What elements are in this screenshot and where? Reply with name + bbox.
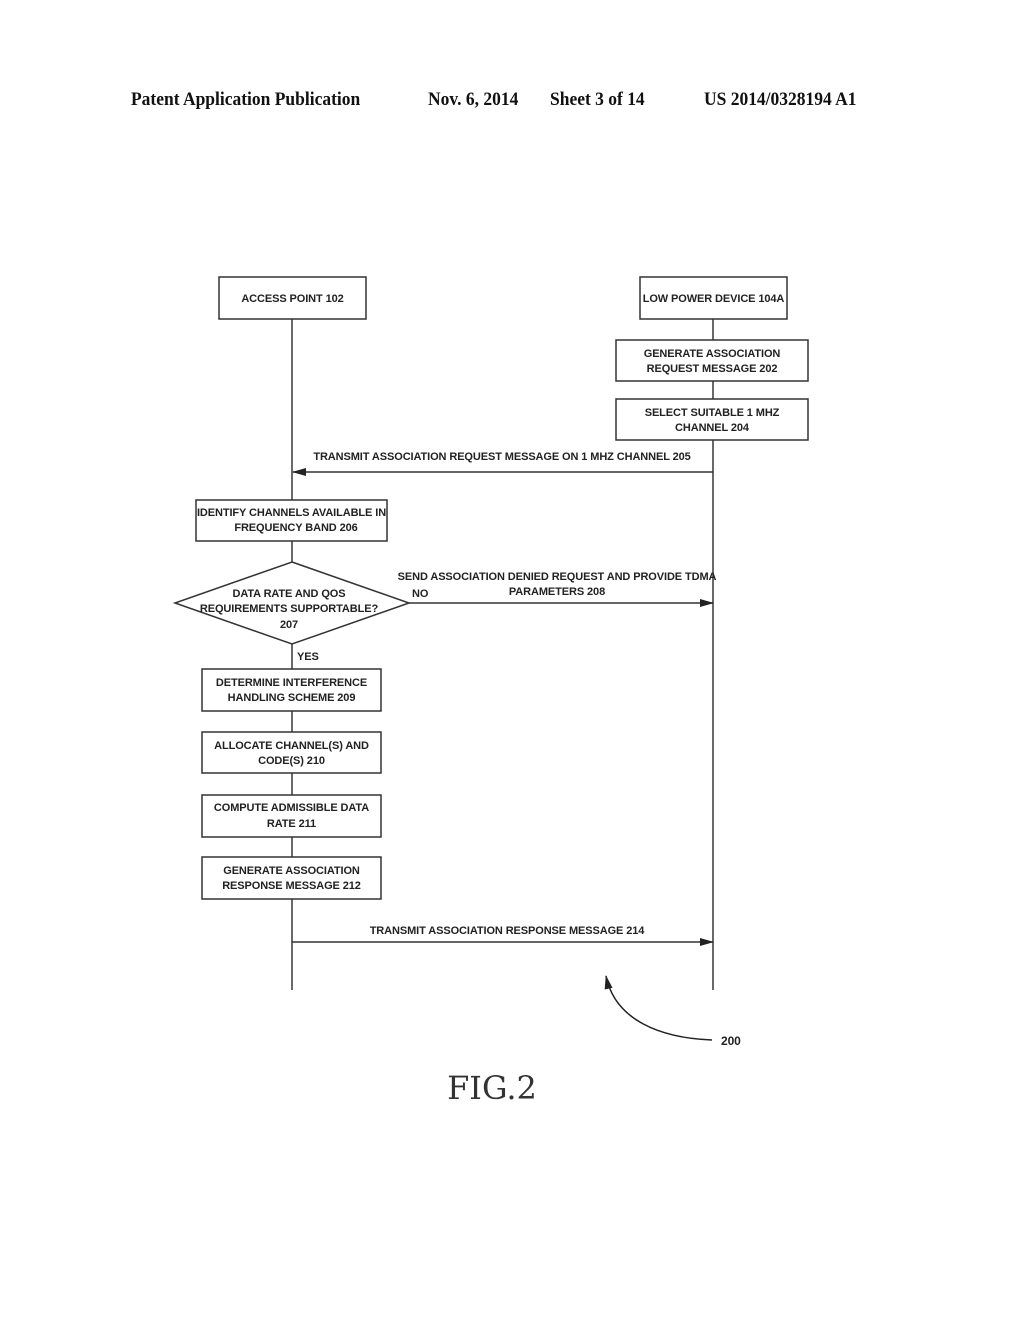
svg-text:FREQUENCY BAND 206: FREQUENCY BAND 206 — [234, 522, 357, 534]
svg-text:HANDLING SCHEME 209: HANDLING SCHEME 209 — [228, 692, 356, 704]
svg-text:CHANNEL 204: CHANNEL 204 — [675, 422, 750, 434]
step-generate-response: GENERATE ASSOCIATION RESPONSE MESSAGE 21… — [201, 856, 382, 900]
message-association-response: TRANSMIT ASSOCIATION RESPONSE MESSAGE 21… — [292, 925, 714, 946]
svg-text:CODE(S) 210: CODE(S) 210 — [258, 755, 325, 767]
access-point-box: ACCESS POINT 102 — [218, 276, 367, 320]
svg-text:DATA RATE AND QOS: DATA RATE AND QOS — [233, 588, 346, 600]
svg-text:ALLOCATE CHANNEL(S) AND: ALLOCATE CHANNEL(S) AND — [214, 740, 369, 752]
step-identify-channels: IDENTIFY CHANNELS AVAILABLE IN FREQUENCY… — [195, 499, 388, 542]
svg-text:RATE 211: RATE 211 — [267, 818, 316, 830]
svg-text:207: 207 — [280, 619, 298, 631]
step-compute-data-rate: COMPUTE ADMISSIBLE DATA RATE 211 — [201, 794, 382, 838]
step-select-channel: SELECT SUITABLE 1 MHZ CHANNEL 204 — [615, 398, 809, 441]
step-allocate-channels: ALLOCATE CHANNEL(S) AND CODE(S) 210 — [201, 731, 382, 774]
access-point-label: ACCESS POINT 102 — [241, 293, 343, 305]
svg-text:SEND ASSOCIATION DENIED REQUES: SEND ASSOCIATION DENIED REQUEST AND PROV… — [398, 571, 717, 583]
decision-data-rate-qos: DATA RATE AND QOS REQUIREMENTS SUPPORTAB… — [172, 561, 412, 645]
decision-no-label: NO — [412, 588, 429, 600]
step-determine-interference: DETERMINE INTERFERENCE HANDLING SCHEME 2… — [201, 668, 382, 712]
reference-curved-arrow — [604, 975, 713, 1041]
svg-text:SELECT SUITABLE 1 MHZ: SELECT SUITABLE 1 MHZ — [645, 407, 780, 419]
decision-yes-label: YES — [297, 651, 319, 663]
svg-text:GENERATE ASSOCIATION: GENERATE ASSOCIATION — [644, 348, 781, 360]
svg-text:RESPONSE MESSAGE 212: RESPONSE MESSAGE 212 — [222, 880, 361, 892]
step-generate-request: GENERATE ASSOCIATION REQUEST MESSAGE 202 — [615, 339, 809, 382]
svg-text:GENERATE ASSOCIATION: GENERATE ASSOCIATION — [223, 865, 360, 877]
svg-text:DETERMINE INTERFERENCE: DETERMINE INTERFERENCE — [216, 677, 367, 689]
reference-numeral: 200 — [721, 1034, 741, 1048]
message-association-denied: SEND ASSOCIATION DENIED REQUEST AND PROV… — [398, 571, 717, 607]
message-association-request: TRANSMIT ASSOCIATION REQUEST MESSAGE ON … — [292, 451, 713, 476]
low-power-device-box: LOW POWER DEVICE 104A — [639, 276, 788, 320]
svg-text:IDENTIFY CHANNELS AVAILABLE IN: IDENTIFY CHANNELS AVAILABLE IN — [197, 507, 386, 519]
sequence-diagram: ACCESS POINT 102 LOW POWER DEVICE 104A G… — [172, 276, 809, 1107]
svg-text:COMPUTE ADMISSIBLE DATA: COMPUTE ADMISSIBLE DATA — [214, 802, 369, 814]
svg-text:REQUEST MESSAGE 202: REQUEST MESSAGE 202 — [647, 363, 778, 375]
svg-text:TRANSMIT ASSOCIATION REQUEST M: TRANSMIT ASSOCIATION REQUEST MESSAGE ON … — [313, 451, 690, 463]
figure-label: FIG.2 — [447, 1069, 537, 1107]
svg-text:PARAMETERS 208: PARAMETERS 208 — [509, 586, 605, 598]
svg-text:REQUIREMENTS SUPPORTABLE?: REQUIREMENTS SUPPORTABLE? — [200, 603, 379, 615]
svg-text:TRANSMIT ASSOCIATION RESPONSE: TRANSMIT ASSOCIATION RESPONSE MESSAGE 21… — [370, 925, 646, 937]
low-power-device-label: LOW POWER DEVICE 104A — [643, 293, 785, 305]
